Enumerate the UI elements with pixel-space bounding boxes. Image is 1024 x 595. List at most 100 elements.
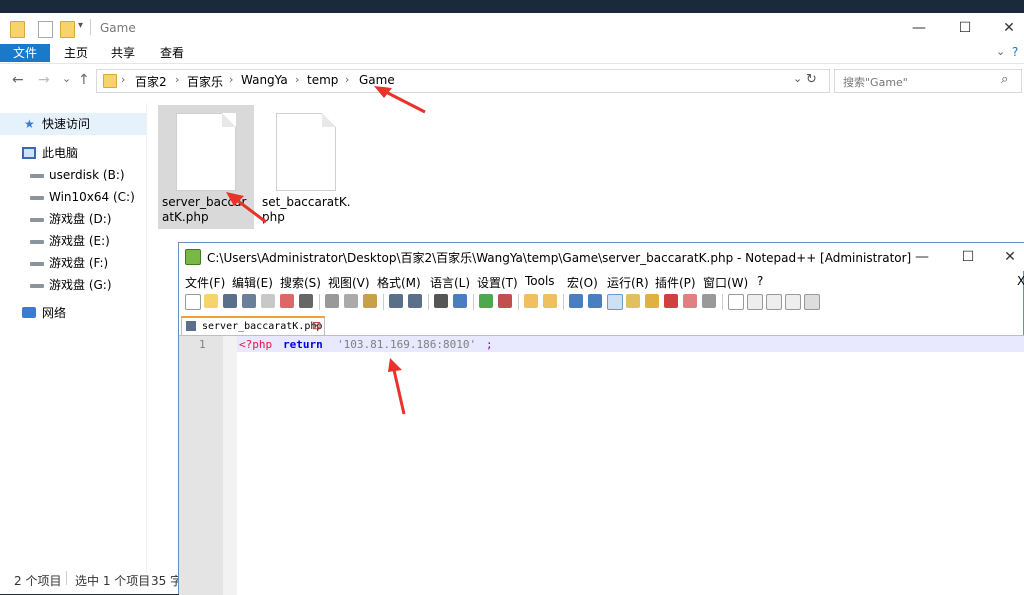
menu-macro[interactable]: 宏(O) — [567, 274, 598, 291]
minimize-button[interactable]: — — [896, 13, 942, 43]
menu-plugins[interactable]: 插件(P) — [655, 274, 696, 291]
tab-view[interactable]: 查看 — [154, 44, 190, 62]
function-list-icon[interactable] — [664, 294, 678, 308]
find-icon[interactable] — [434, 294, 448, 308]
copy-icon[interactable] — [344, 294, 358, 308]
nav-drive-b[interactable]: userdisk (B:) — [0, 164, 146, 186]
nav-label: 网络 — [42, 306, 67, 320]
breadcrumb-wangya[interactable]: WangYa — [241, 73, 288, 87]
save-macro-icon[interactable] — [804, 294, 820, 310]
word-wrap-icon[interactable] — [569, 294, 583, 308]
recent-locations-button[interactable]: ⌄ — [62, 72, 71, 85]
cut-icon[interactable] — [325, 294, 339, 308]
search-input[interactable]: 搜索"Game" — [843, 74, 908, 90]
run-macro-multiple-icon[interactable] — [785, 294, 801, 310]
nav-drive-e[interactable]: 游戏盘 (E:) — [0, 230, 146, 252]
forward-button[interactable]: → — [38, 72, 50, 88]
refresh-button[interactable]: ↻ — [806, 72, 817, 87]
breadcrumb-separator[interactable]: › — [175, 73, 179, 86]
nav-this-pc[interactable]: 此电脑 — [0, 142, 146, 164]
nav-label: 游戏盘 (F:) — [49, 256, 109, 270]
back-button[interactable]: ← — [12, 72, 24, 88]
breadcrumb-separator[interactable]: › — [345, 73, 349, 86]
toolbar-separator — [518, 294, 519, 310]
toolbar-separator — [722, 294, 723, 310]
file-item-set-baccaratk[interactable]: set_baccaratK.php — [258, 105, 354, 229]
tab-file[interactable]: 文件 — [0, 44, 50, 62]
monitoring-icon[interactable] — [702, 294, 716, 308]
close-all-icon[interactable] — [280, 294, 294, 308]
sync-horizontal-icon[interactable] — [543, 294, 557, 308]
tab-home[interactable]: 主页 — [58, 44, 94, 62]
close-button[interactable]: ✕ — [986, 13, 1024, 43]
notepadpp-menu-bar: 文件(F) 编辑(E) 搜索(S) 视图(V) 格式(M) 语言(L) 设置(T… — [179, 271, 1024, 291]
new-folder-icon[interactable] — [60, 21, 75, 38]
explorer-title-bar: ▾ Game — ☐ ✕ — [0, 13, 1024, 43]
breadcrumb-separator[interactable]: › — [229, 73, 233, 86]
open-file-icon[interactable] — [204, 294, 218, 308]
show-all-chars-icon[interactable] — [588, 294, 602, 308]
menu-view[interactable]: 视图(V) — [328, 274, 370, 291]
menu-tools[interactable]: Tools — [525, 274, 555, 288]
code-editor[interactable]: 1 <?php return '103.81.169.186:8010' ; — [179, 336, 1024, 595]
print-icon[interactable] — [299, 294, 313, 308]
menu-edit[interactable]: 编辑(E) — [232, 274, 273, 291]
record-macro-icon[interactable] — [728, 294, 744, 310]
breadcrumb-separator[interactable]: › — [295, 73, 299, 86]
menu-language[interactable]: 语言(L) — [430, 274, 470, 291]
address-dropdown-icon[interactable]: ⌄ — [793, 72, 802, 85]
paste-icon[interactable] — [363, 294, 377, 308]
menu-file[interactable]: 文件(F) — [185, 274, 225, 291]
properties-icon[interactable] — [38, 21, 53, 38]
play-macro-icon[interactable] — [766, 294, 782, 310]
indent-guide-icon[interactable] — [607, 294, 623, 310]
breadcrumb-baijia2[interactable]: 百家2 — [135, 73, 167, 90]
menu-help[interactable]: ? — [757, 274, 763, 288]
up-button[interactable]: ↑ — [78, 72, 90, 88]
save-icon[interactable] — [223, 294, 237, 308]
close-button[interactable]: ✕ — [987, 243, 1024, 271]
redo-icon[interactable] — [408, 294, 422, 308]
menu-settings[interactable]: 设置(T) — [477, 274, 518, 291]
folder-workspace-icon[interactable] — [683, 294, 697, 308]
nav-drive-g[interactable]: 游戏盘 (G:) — [0, 274, 146, 296]
close-file-icon[interactable] — [261, 294, 275, 308]
maximize-button[interactable]: ☐ — [942, 13, 988, 43]
breadcrumb-temp[interactable]: temp — [307, 73, 338, 87]
save-all-icon[interactable] — [242, 294, 256, 308]
udl-icon[interactable] — [626, 294, 640, 308]
menu-run[interactable]: 运行(R) — [607, 274, 649, 291]
nav-drive-d[interactable]: 游戏盘 (D:) — [0, 208, 146, 230]
nav-network[interactable]: 网络 — [0, 302, 146, 324]
search-icon[interactable]: ⌕ — [1001, 72, 1008, 87]
menu-format[interactable]: 格式(M) — [377, 274, 421, 291]
menu-search[interactable]: 搜索(S) — [280, 274, 321, 291]
document-tab[interactable]: server_baccaratK.php ⊠ — [181, 316, 325, 335]
sync-vertical-icon[interactable] — [524, 294, 538, 308]
help-icon[interactable]: ? — [1012, 45, 1018, 59]
nav-drive-f[interactable]: 游戏盘 (F:) — [0, 252, 146, 274]
close-tab-icon[interactable]: ⊠ — [312, 319, 321, 332]
minimize-button[interactable]: — — [899, 243, 945, 271]
search-box[interactable]: 搜索"Game" ⌕ — [834, 69, 1022, 93]
maximize-button[interactable]: ☐ — [945, 243, 991, 271]
computer-icon — [22, 147, 36, 159]
nav-label: 游戏盘 (E:) — [49, 234, 110, 248]
new-file-icon[interactable] — [185, 294, 201, 310]
menu-window[interactable]: 窗口(W) — [703, 274, 748, 291]
breadcrumb-baijiale[interactable]: 百家乐 — [187, 73, 223, 90]
zoom-in-icon[interactable] — [479, 294, 493, 308]
close-document-button[interactable]: X — [1017, 274, 1024, 288]
tab-share[interactable]: 共享 — [105, 44, 141, 62]
stop-macro-icon[interactable] — [747, 294, 763, 310]
address-bar[interactable]: › 百家2 › 百家乐 › WangYa › temp › Game ⌄ — [96, 69, 830, 93]
undo-icon[interactable] — [389, 294, 403, 308]
nav-drive-c[interactable]: Win10x64 (C:) — [0, 186, 146, 208]
expand-ribbon-icon[interactable]: ⌄ — [996, 45, 1005, 58]
zoom-out-icon[interactable] — [498, 294, 512, 308]
customize-quick-access-icon[interactable]: ▾ — [78, 20, 83, 31]
nav-quick-access[interactable]: ★ 快速访问 — [0, 113, 146, 135]
doc-map-icon[interactable] — [645, 294, 659, 308]
replace-icon[interactable] — [453, 294, 467, 308]
breadcrumb-separator[interactable]: › — [121, 73, 125, 86]
